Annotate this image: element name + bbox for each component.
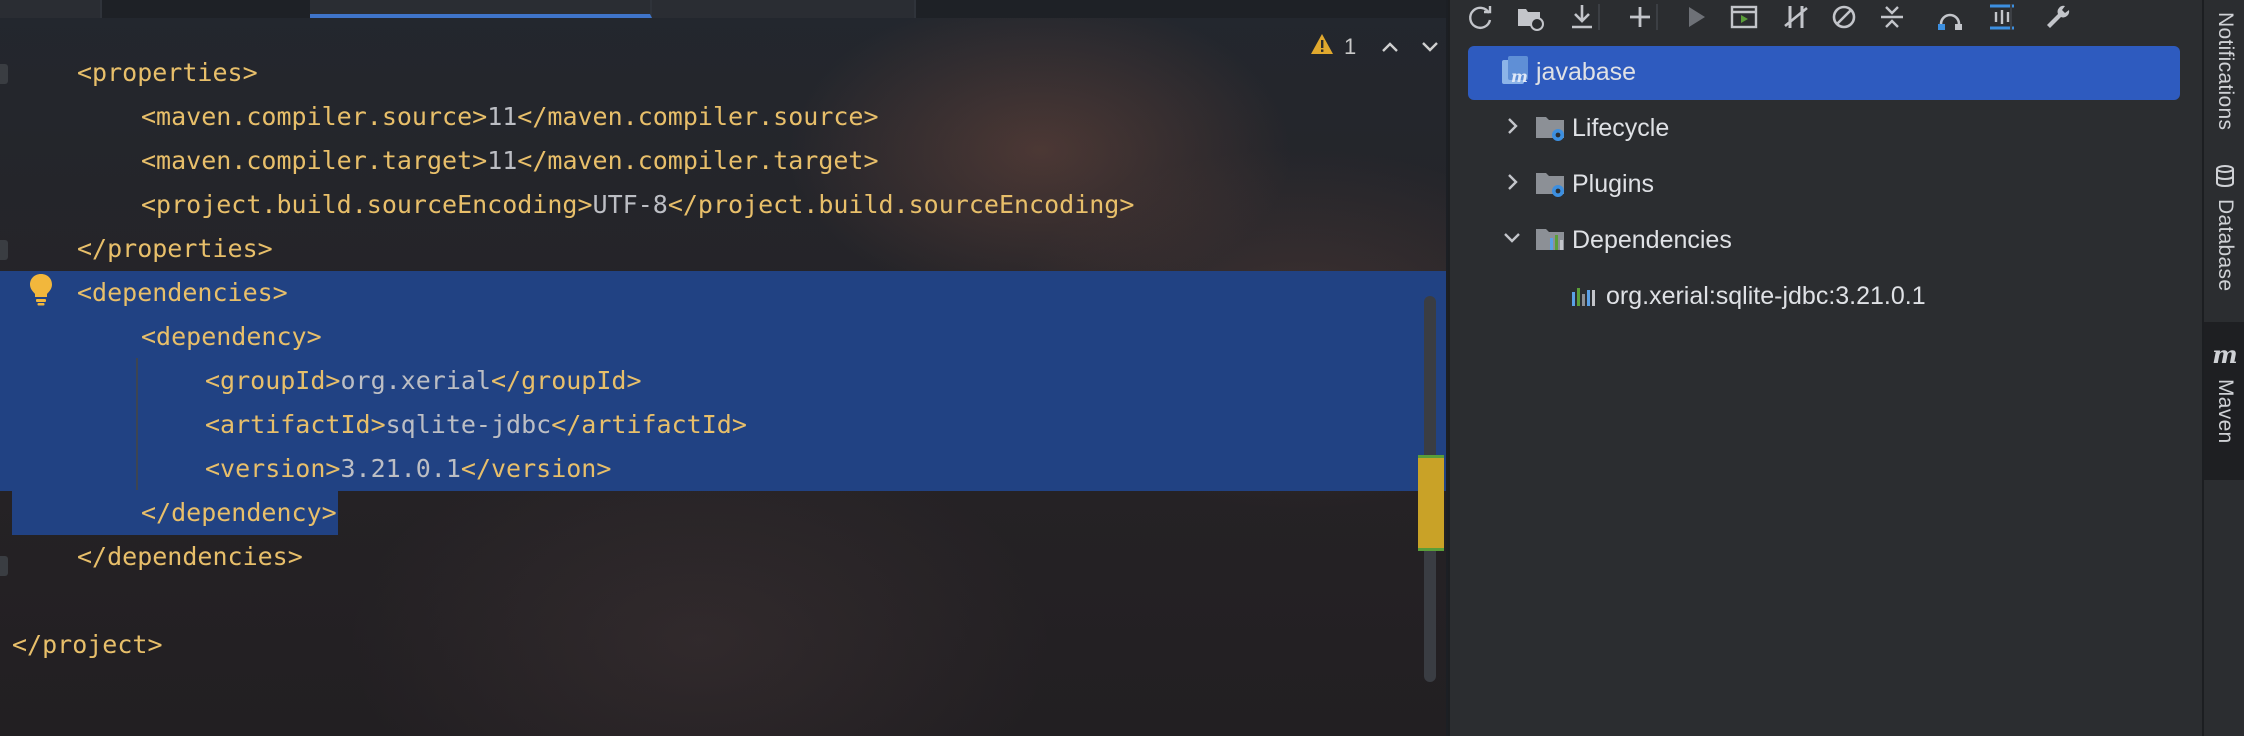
library-icon [1568, 278, 1602, 312]
xml-tag[interactable]: </dependency> [141, 498, 337, 527]
maven-tree-label[interactable]: org.xerial:sqlite-jdbc:3.21.0.1 [1606, 268, 1926, 324]
code-line[interactable]: </project> [0, 623, 1446, 667]
right-tool-stripe: Notifications Database m Maven [2202, 0, 2244, 736]
code-line[interactable]: <dependency> [0, 315, 1446, 359]
xml-value[interactable]: sqlite-jdbc [386, 410, 552, 439]
maven-toolbar [1450, 0, 2204, 38]
xml-tag[interactable]: </artifactId> [551, 410, 747, 439]
xml-tag[interactable]: </groupId> [491, 366, 642, 395]
code-line[interactable]: <maven.compiler.source>11</maven.compile… [0, 95, 1446, 139]
show-dependencies-icon[interactable] [1932, 0, 1968, 34]
maven-tool-window: m javabase Lifecycle Plugins Dependencies org… [1448, 0, 2204, 736]
download-icon[interactable] [1564, 0, 1600, 34]
xml-tag[interactable]: </maven.compiler.source> [517, 102, 878, 131]
maven-project-icon: m [1498, 54, 1532, 88]
toolbar-separator [1656, 4, 1658, 30]
xml-value[interactable]: org.xerial [340, 366, 491, 395]
maven-tree-node[interactable]: Lifecycle [1450, 100, 2204, 156]
maven-tree-label[interactable]: Plugins [1572, 156, 1654, 212]
database-tab-label[interactable]: Database [2213, 199, 2237, 291]
maven-tree-node[interactable]: Dependencies [1450, 212, 2204, 268]
xml-tag[interactable]: </dependencies> [77, 542, 303, 571]
maven-tab-label[interactable]: Maven [2213, 379, 2237, 444]
analyze-icon[interactable] [1984, 0, 2020, 34]
collapse-all-icon[interactable] [1874, 0, 1910, 34]
dependencies-folder-icon [1534, 222, 1568, 256]
xml-tag[interactable]: </version> [461, 454, 612, 483]
xml-tag[interactable]: <maven.compiler.target> [141, 146, 487, 175]
code-line[interactable]: <project.build.sourceEncoding>UTF-8</pro… [0, 183, 1446, 227]
run-icon[interactable] [1678, 0, 1714, 34]
reload-icon[interactable] [1462, 0, 1498, 34]
editor-tab[interactable] [0, 0, 102, 18]
maven-tab[interactable]: m Maven [2204, 322, 2244, 480]
add-icon[interactable] [1622, 0, 1658, 34]
xml-tag[interactable]: <artifactId> [205, 410, 386, 439]
maven-tree-node[interactable]: m javabase [1450, 44, 2204, 100]
notifications-tab[interactable]: Notifications [2204, 0, 2244, 134]
code-line[interactable]: <maven.compiler.target>11</maven.compile… [0, 139, 1446, 183]
lifecycle-folder-icon [1534, 110, 1568, 144]
toggle-offline-icon[interactable] [1778, 0, 1814, 34]
editor-tab-active[interactable] [310, 0, 652, 18]
code-line[interactable]: <version>3.21.0.1</version> [0, 447, 1446, 491]
code-lines[interactable]: <properties> <maven.compiler.source>11</m… [0, 51, 1446, 667]
xml-tag[interactable]: <dependencies> [77, 278, 288, 307]
code-line[interactable]: <properties> [0, 51, 1446, 95]
xml-tag[interactable]: </properties> [77, 234, 273, 263]
chevron-right-icon[interactable] [1500, 170, 1524, 194]
maven-tree-node[interactable]: Plugins [1450, 156, 2204, 212]
xml-tag[interactable]: </maven.compiler.target> [517, 146, 878, 175]
editor-tab[interactable] [652, 0, 916, 18]
maven-tree-label[interactable]: Lifecycle [1572, 100, 1669, 156]
xml-tag[interactable]: <version> [205, 454, 340, 483]
maven-tree-node[interactable]: org.xerial:sqlite-jdbc:3.21.0.1 [1450, 268, 2204, 324]
settings-wrench-icon[interactable] [2040, 0, 2076, 34]
xml-tag[interactable]: <dependency> [141, 322, 322, 351]
code-line[interactable]: </properties> [0, 227, 1446, 271]
code-line[interactable] [0, 579, 1446, 623]
code-editor[interactable]: 1 <properties> <maven.compiler.source>11<… [0, 0, 1446, 736]
xml-value[interactable]: 11 [487, 102, 517, 131]
xml-tag[interactable]: </project> [12, 630, 163, 659]
run-config-icon[interactable] [1726, 0, 1762, 34]
chevron-down-icon[interactable] [1500, 226, 1524, 250]
database-icon[interactable] [2214, 164, 2236, 193]
code-line[interactable]: </dependencies> [0, 535, 1446, 579]
intention-bulb-icon[interactable] [28, 272, 54, 306]
xml-tag[interactable]: </project.build.sourceEncoding> [668, 190, 1135, 219]
editor-scrollbar-thumb[interactable] [1418, 455, 1444, 551]
code-line[interactable]: </dependency> [0, 491, 1446, 535]
xml-tag[interactable]: <maven.compiler.source> [141, 102, 487, 131]
xml-value[interactable]: 11 [487, 146, 517, 175]
maven-tree-label[interactable]: Dependencies [1572, 212, 1732, 268]
chevron-right-icon[interactable] [1500, 114, 1524, 138]
skip-tests-icon[interactable] [1826, 0, 1862, 34]
editor-tab-strip [0, 0, 1446, 18]
maven-m-icon[interactable]: m [2212, 340, 2237, 369]
maven-tree-label[interactable]: javabase [1536, 44, 1636, 100]
svg-text:m: m [1511, 67, 1528, 86]
code-line[interactable]: <artifactId>sqlite-jdbc</artifactId> [0, 403, 1446, 447]
indent-guide [136, 358, 138, 490]
xml-tag[interactable]: <groupId> [205, 366, 340, 395]
xml-value[interactable]: 3.21.0.1 [340, 454, 460, 483]
reload-folder-icon[interactable] [1512, 0, 1548, 34]
xml-value[interactable]: UTF-8 [593, 190, 668, 219]
toolbar-separator [2010, 4, 2012, 30]
notifications-tab-label[interactable]: Notifications [2213, 12, 2237, 130]
xml-tag[interactable]: <project.build.sourceEncoding> [141, 190, 593, 219]
toolbar-separator [1598, 4, 1600, 30]
code-line[interactable]: <dependencies> [0, 271, 1446, 315]
database-tab[interactable]: Database [2204, 164, 2244, 304]
maven-project-tree[interactable]: m javabase Lifecycle Plugins Dependencies org… [1450, 44, 2204, 324]
code-line[interactable]: <groupId>org.xerial</groupId> [0, 359, 1446, 403]
xml-tag[interactable]: <properties> [77, 58, 258, 87]
plugins-folder-icon [1534, 166, 1568, 200]
